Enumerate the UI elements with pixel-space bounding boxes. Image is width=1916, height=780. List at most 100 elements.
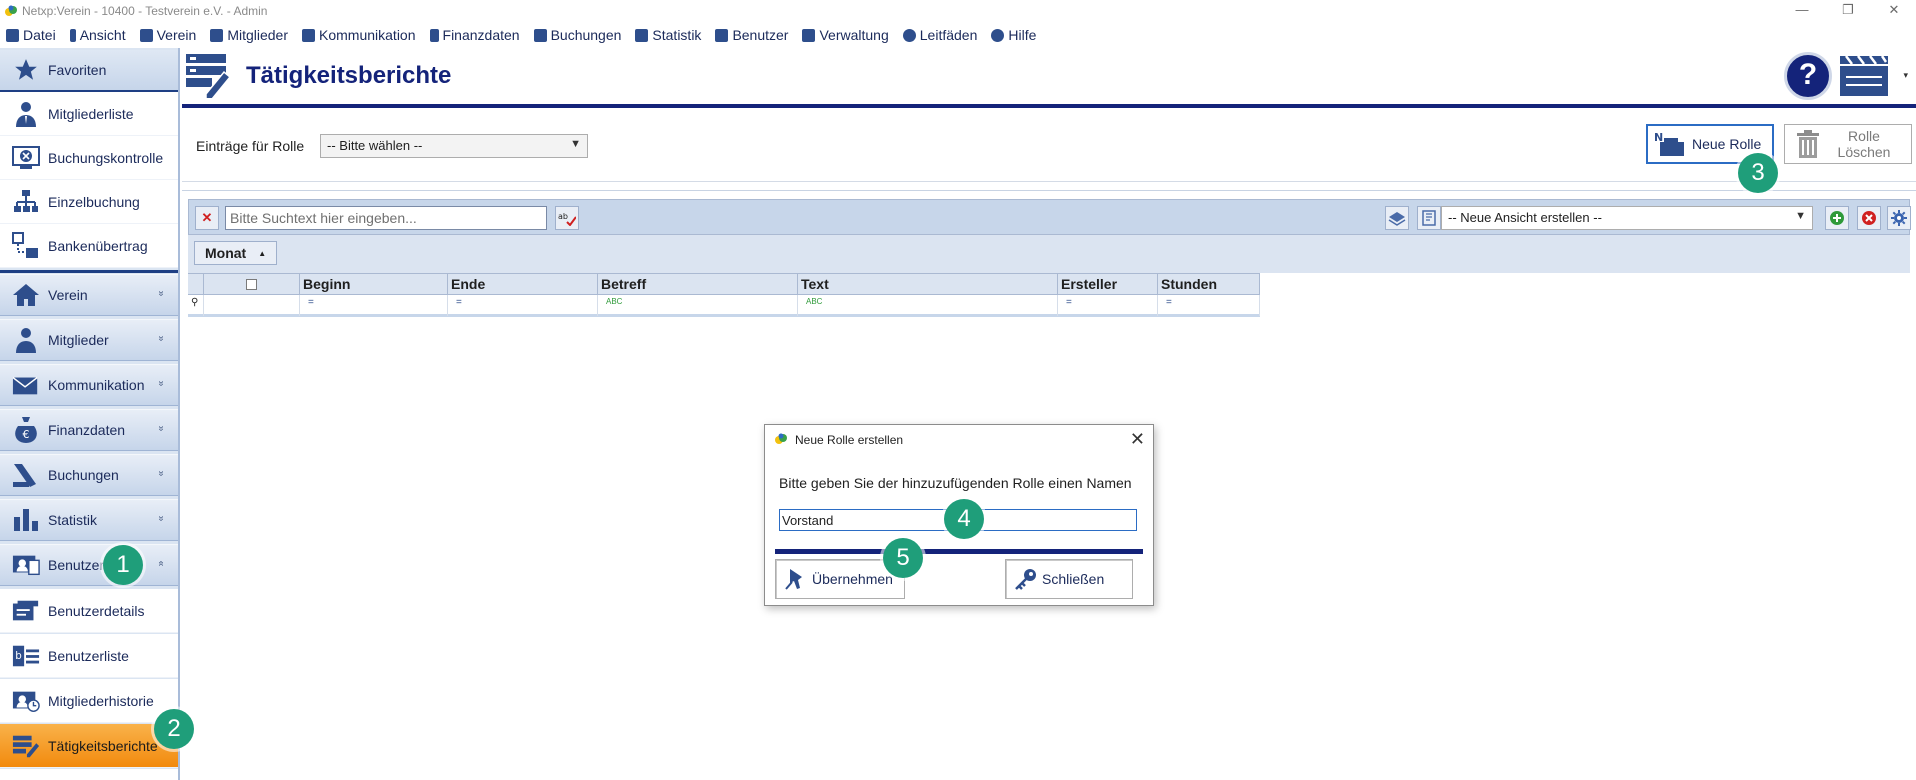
menu-verwaltung[interactable]: Verwaltung bbox=[802, 27, 889, 43]
sidebar-link-bankenuebertrag[interactable]: Bankenübertrag bbox=[0, 224, 178, 268]
dialog-prompt: Bitte geben Sie der hinzuzufügenden Roll… bbox=[779, 475, 1132, 491]
view-icon bbox=[69, 28, 76, 42]
sidebar-group-benutzer[interactable]: Benutzer « bbox=[0, 544, 178, 586]
page-header: Tätigkeitsberichte ? ▾ bbox=[182, 48, 1916, 108]
view-select[interactable]: -- Neue Ansicht erstellen -- ▼ bbox=[1441, 206, 1813, 230]
sidebar-link-mitgliederliste[interactable]: Mitgliederliste bbox=[0, 92, 178, 136]
sidebar-group-finanzdaten[interactable]: € Finanzdaten » bbox=[0, 409, 178, 451]
filter-ende[interactable]: = bbox=[448, 295, 598, 316]
sidebar-link-einzelbuchung[interactable]: Einzelbuchung bbox=[0, 180, 178, 224]
column-ende[interactable]: Ende bbox=[448, 274, 598, 294]
filter-cell-select bbox=[204, 295, 300, 316]
menu-label: Ansicht bbox=[79, 27, 126, 43]
dropdown-caret-icon[interactable]: ▾ bbox=[1903, 70, 1908, 81]
filter-beginn[interactable]: = bbox=[300, 295, 448, 316]
menu-hilfe[interactable]: Hilfe bbox=[991, 27, 1036, 43]
sidebar-link-taetigkeitsberichte[interactable]: Tätigkeitsberichte bbox=[0, 724, 178, 768]
group-by-monat[interactable]: Monat ▲ bbox=[194, 241, 278, 265]
menu-kommunikation[interactable]: Kommunikation bbox=[302, 27, 416, 43]
new-role-icon: N bbox=[1654, 131, 1684, 156]
filter-text[interactable]: ABC bbox=[798, 295, 1058, 316]
mail-icon bbox=[12, 371, 40, 399]
menu-finanzdaten[interactable]: Finanzdaten bbox=[429, 27, 520, 43]
dialog-title: Neue Rolle erstellen bbox=[795, 433, 904, 447]
role-select[interactable]: -- Bitte wählen -- ▼ bbox=[320, 134, 588, 158]
select-all-checkbox[interactable] bbox=[204, 274, 300, 294]
bar-chart-icon bbox=[635, 28, 649, 42]
filter-betreff[interactable]: ABC bbox=[598, 295, 798, 316]
column-betreff[interactable]: Betreff bbox=[598, 274, 798, 294]
dialog-close-icon[interactable]: ✕ bbox=[1130, 429, 1145, 450]
menu-label: Datei bbox=[23, 27, 56, 43]
info-icon bbox=[902, 28, 916, 42]
spellcheck-button[interactable]: ab bbox=[555, 206, 579, 230]
sidebar-link-buchungskontrolle[interactable]: Buchungskontrolle bbox=[0, 136, 178, 180]
sidebar-group-kommunikation[interactable]: Kommunikation » bbox=[0, 364, 178, 406]
layers-icon bbox=[1388, 212, 1406, 226]
user-list-icon: b bbox=[12, 642, 40, 670]
sidebar-group-buchungen[interactable]: Buchungen » bbox=[0, 454, 178, 496]
menu-leitfaeden[interactable]: Leitfäden bbox=[902, 27, 977, 43]
sidebar-link-benutzerdetails[interactable]: Benutzerdetails bbox=[0, 589, 178, 633]
add-view-button[interactable] bbox=[1825, 206, 1849, 230]
menu-label: Buchungen bbox=[550, 27, 622, 43]
sidebar-link-label: Bankenübertrag bbox=[48, 237, 148, 254]
column-text[interactable]: Text bbox=[798, 274, 1058, 294]
search-input[interactable]: Bitte Suchtext hier eingeben... bbox=[225, 206, 547, 230]
menu-label: Hilfe bbox=[1008, 27, 1037, 43]
layers-button[interactable] bbox=[1385, 206, 1409, 230]
sidebar-link-mitgliederhistorie[interactable]: Mitgliederhistorie bbox=[0, 679, 178, 723]
sidebar-favorites-label: Favoriten bbox=[48, 62, 107, 78]
role-label: Einträge für Rolle bbox=[196, 138, 305, 154]
sidebar-group-label: Kommunikation bbox=[48, 377, 145, 393]
bookmark-view-button[interactable] bbox=[1417, 206, 1441, 230]
step-marker-1: 1 bbox=[103, 545, 143, 585]
menu-benutzer[interactable]: Benutzer bbox=[715, 27, 788, 43]
sidebar-group-mitglieder[interactable]: Mitglieder » bbox=[0, 319, 178, 361]
menu-verein[interactable]: Verein bbox=[139, 27, 196, 43]
column-beginn[interactable]: Beginn bbox=[300, 274, 448, 294]
menu-label: Benutzer bbox=[732, 27, 789, 43]
menu-statistik[interactable]: Statistik bbox=[635, 27, 701, 43]
column-stunden[interactable]: Stunden bbox=[1158, 274, 1260, 294]
close-dialog-button[interactable]: Schließen bbox=[1005, 559, 1133, 599]
sidebar-favorites[interactable]: Favoriten bbox=[0, 50, 178, 92]
menu-datei[interactable]: Datei bbox=[6, 27, 56, 43]
gear-icon bbox=[1891, 210, 1907, 226]
menu-buchungen[interactable]: Buchungen bbox=[533, 27, 622, 43]
group-by-label: Monat bbox=[205, 245, 247, 261]
video-tutorial-icon[interactable] bbox=[1838, 52, 1890, 98]
clear-search-button[interactable]: ✕ bbox=[195, 206, 219, 230]
sidebar-group-statistik[interactable]: Statistik » bbox=[0, 499, 178, 541]
apply-label: Übernehmen bbox=[812, 571, 893, 587]
sidebar-link-more[interactable] bbox=[0, 769, 178, 780]
checkbox-icon bbox=[246, 278, 257, 290]
settings-button[interactable] bbox=[1887, 206, 1911, 230]
sidebar-link-label: Buchungskontrolle bbox=[48, 149, 164, 166]
booking-icon bbox=[533, 28, 547, 42]
group-by-bar: Monat ▲ bbox=[188, 235, 1910, 273]
menu-label: Finanzdaten bbox=[442, 27, 520, 43]
app-logo-icon bbox=[5, 5, 17, 16]
minimize-button[interactable]: — bbox=[1780, 0, 1824, 22]
chevron-down-icon: » bbox=[155, 470, 167, 477]
column-ersteller[interactable]: Ersteller bbox=[1058, 274, 1158, 294]
close-icon: ✕ bbox=[201, 210, 213, 225]
help-button[interactable]: ? bbox=[1784, 52, 1832, 100]
delete-role-button[interactable]: Rolle Löschen bbox=[1784, 124, 1912, 164]
close-window-button[interactable]: ✕ bbox=[1872, 0, 1916, 22]
step-marker-3: 3 bbox=[1738, 153, 1778, 193]
sidebar-divider bbox=[0, 270, 178, 273]
filter-stunden[interactable]: = bbox=[1158, 295, 1260, 316]
restore-button[interactable]: ❐ bbox=[1826, 0, 1870, 22]
chevron-down-icon: ▼ bbox=[1795, 210, 1806, 222]
sidebar-link-benutzerliste[interactable]: b Benutzerliste bbox=[0, 634, 178, 678]
home-icon bbox=[139, 28, 153, 42]
menu-ansicht[interactable]: Ansicht bbox=[69, 27, 126, 43]
delete-view-button[interactable] bbox=[1857, 206, 1881, 230]
chevron-down-icon: » bbox=[155, 290, 167, 297]
sidebar-group-verein[interactable]: Verein » bbox=[0, 274, 178, 316]
menu-mitglieder[interactable]: Mitglieder bbox=[210, 27, 288, 43]
filter-ersteller[interactable]: = bbox=[1058, 295, 1158, 316]
page-title: Tätigkeitsberichte bbox=[246, 62, 452, 89]
